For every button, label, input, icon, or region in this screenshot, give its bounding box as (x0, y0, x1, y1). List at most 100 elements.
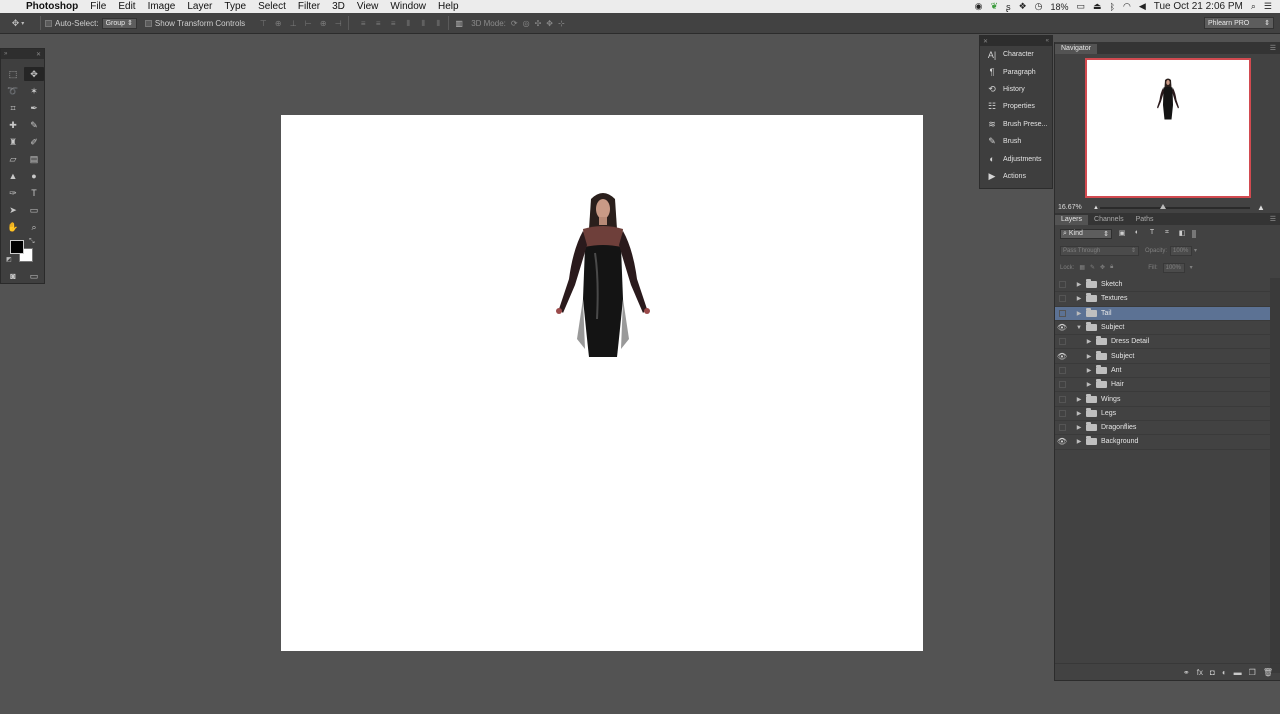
navigator-preview[interactable] (1085, 58, 1251, 198)
layer-row-sketch[interactable]: ▶ Sketch (1055, 278, 1271, 293)
dock-item-actions[interactable]: ▶ Actions (980, 168, 1052, 185)
clone-stamp-tool-icon[interactable]: ♜ (3, 135, 23, 149)
healing-brush-tool-icon[interactable]: ✚ (3, 118, 23, 132)
path-selection-tool-icon[interactable]: ➤ (3, 203, 23, 217)
eye-icon[interactable]: 👁︎ (1055, 352, 1069, 361)
document-canvas[interactable] (281, 115, 923, 651)
dock-item-brush[interactable]: ✎ Brush (980, 133, 1052, 150)
scale-3d-icon[interactable]: ⊹ (558, 19, 565, 28)
new-group-icon[interactable]: ▬ (1234, 668, 1242, 677)
chevron-down-icon[interactable]: ▾ (1194, 247, 1197, 254)
dock-item-properties[interactable]: ☷ Properties (980, 98, 1052, 115)
visibility-toggle[interactable] (1055, 381, 1069, 389)
history-brush-tool-icon[interactable]: ✐ (24, 135, 44, 149)
battery-percent[interactable]: 18% (1051, 2, 1069, 12)
menu-type[interactable]: Type (224, 1, 246, 12)
tab-layers[interactable]: Layers (1055, 215, 1089, 225)
adjustment-filter-icon[interactable]: ◐ (1132, 229, 1142, 238)
expand-arrow-icon[interactable]: ▶ (1075, 281, 1083, 288)
visibility-toggle[interactable] (1055, 366, 1069, 374)
panel-menu-icon[interactable]: ☰ (1270, 215, 1276, 223)
tab-paths[interactable]: Paths (1130, 215, 1160, 225)
align-top-icon[interactable]: ⊤ (257, 18, 269, 29)
distribute-top-icon[interactable]: ≡ (357, 18, 369, 29)
filter-toggle-icon[interactable] (1192, 229, 1196, 238)
chevron-down-icon[interactable]: ▾ (1190, 264, 1193, 271)
align-bottom-icon[interactable]: ⊥ (287, 18, 299, 29)
script-icon[interactable]: ʂ (1006, 2, 1011, 12)
layers-scrollbar[interactable] (1270, 278, 1280, 673)
default-colors-icon[interactable]: ◩ (6, 256, 12, 263)
align-hcenter-icon[interactable]: ⊕ (317, 18, 329, 29)
notification-center-icon[interactable]: ☰ (1264, 1, 1272, 12)
expand-arrow-icon[interactable]: ▶ (1075, 396, 1083, 403)
move-tool-icon[interactable]: ✥ (24, 67, 44, 81)
opacity-field[interactable]: 100% (1170, 245, 1193, 256)
eject-icon[interactable]: ⏏ (1093, 1, 1102, 12)
menu-select[interactable]: Select (258, 1, 286, 12)
type-filter-icon[interactable]: T (1147, 229, 1157, 238)
expand-arrow-icon[interactable]: ▶ (1085, 353, 1093, 360)
auto-select-checkbox[interactable] (45, 19, 52, 27)
expand-arrow-icon[interactable]: ▶ (1075, 424, 1083, 431)
dock-item-character[interactable]: A| Character (980, 46, 1052, 63)
shape-tool-icon[interactable]: ▭ (24, 203, 44, 217)
eyedropper-tool-icon[interactable]: ✒ (24, 101, 44, 115)
distribute-left-icon[interactable]: ⦀ (402, 18, 414, 29)
menu-file[interactable]: File (90, 1, 106, 12)
magic-wand-tool-icon[interactable]: ✶ (24, 84, 44, 98)
layer-row-textures[interactable]: ▶ Textures (1055, 292, 1271, 307)
expand-arrow-icon[interactable]: ▶ (1075, 310, 1083, 317)
zoom-slider[interactable] (1100, 204, 1250, 209)
foreground-color-swatch[interactable] (10, 240, 24, 254)
blend-mode-dropdown[interactable]: Pass Through ⇕ (1060, 245, 1139, 256)
kind-filter-dropdown[interactable]: ⌕ Kind ⇕ (1060, 228, 1112, 239)
visibility-toggle[interactable] (1055, 309, 1069, 317)
spotlight-icon[interactable]: ⌕ (1251, 1, 1256, 12)
visibility-toggle[interactable] (1055, 409, 1069, 417)
drag-3d-icon[interactable]: ✣ (535, 19, 542, 28)
smart-object-filter-icon[interactable]: ◧ (1177, 229, 1187, 238)
panel-menu-icon[interactable]: ☰ (1270, 44, 1276, 52)
menu-3d[interactable]: 3D (332, 1, 345, 12)
expand-arrow-icon[interactable]: ▶ (1075, 295, 1083, 302)
lock-transparent-icon[interactable]: ▦ (1079, 264, 1085, 271)
align-right-icon[interactable]: ⊣ (332, 18, 344, 29)
eye-icon[interactable]: 👁︎ (1055, 323, 1069, 332)
roll-3d-icon[interactable]: ◎ (523, 19, 530, 28)
tab-navigator[interactable]: Navigator (1055, 44, 1097, 54)
app-name-menu[interactable]: Photoshop (26, 1, 78, 12)
slide-3d-icon[interactable]: ✥ (546, 19, 553, 28)
visibility-toggle[interactable] (1055, 395, 1069, 403)
align-vcenter-icon[interactable]: ⊕ (272, 18, 284, 29)
layer-row-subject[interactable]: 👁︎ ▶ Subject (1055, 349, 1271, 364)
type-tool-icon[interactable]: T (24, 186, 44, 200)
wifi-icon[interactable]: ◠ (1123, 1, 1131, 12)
menu-image[interactable]: Image (148, 1, 176, 12)
lock-all-icon[interactable]: 🔒︎ (1110, 264, 1113, 271)
tab-channels[interactable]: Channels (1088, 215, 1130, 225)
collapse-arrow-icon[interactable]: ▼ (1075, 325, 1083, 331)
tools-panel-header[interactable]: » ✕ (1, 49, 44, 59)
zoom-tool-icon[interactable]: ⌕ (24, 220, 44, 234)
layer-row-subject-group[interactable]: 👁︎ ▼ Subject (1055, 321, 1271, 336)
layer-row-wings[interactable]: ▶ Wings (1055, 392, 1271, 407)
menu-view[interactable]: View (357, 1, 379, 12)
dock-item-adjustments[interactable]: ◐ Adjustments (980, 150, 1052, 167)
layer-row-tail[interactable]: ▶ Tail (1055, 306, 1271, 321)
volume-icon[interactable]: ◀ (1139, 1, 1146, 12)
dock-item-paragraph[interactable]: ¶ Paragraph (980, 63, 1052, 80)
shape-filter-icon[interactable]: ⌗ (1162, 229, 1172, 238)
layer-row-dragonflies[interactable]: ▶ Dragonflies (1055, 421, 1271, 436)
show-transform-checkbox[interactable] (144, 19, 152, 27)
record-icon[interactable]: ◉ (975, 1, 983, 12)
hand-tool-icon[interactable]: ✋ (3, 220, 23, 234)
brush-tool-icon[interactable]: ✎ (24, 118, 44, 132)
dock-item-history[interactable]: ⟲ History (980, 81, 1052, 98)
visibility-toggle[interactable] (1055, 424, 1069, 432)
distribute-right-icon[interactable]: ⦀ (432, 18, 444, 29)
menu-window[interactable]: Window (390, 1, 426, 12)
distribute-bottom-icon[interactable]: ≡ (387, 18, 399, 29)
visibility-toggle[interactable] (1055, 281, 1069, 289)
close-icon[interactable]: ✕ (983, 38, 988, 45)
